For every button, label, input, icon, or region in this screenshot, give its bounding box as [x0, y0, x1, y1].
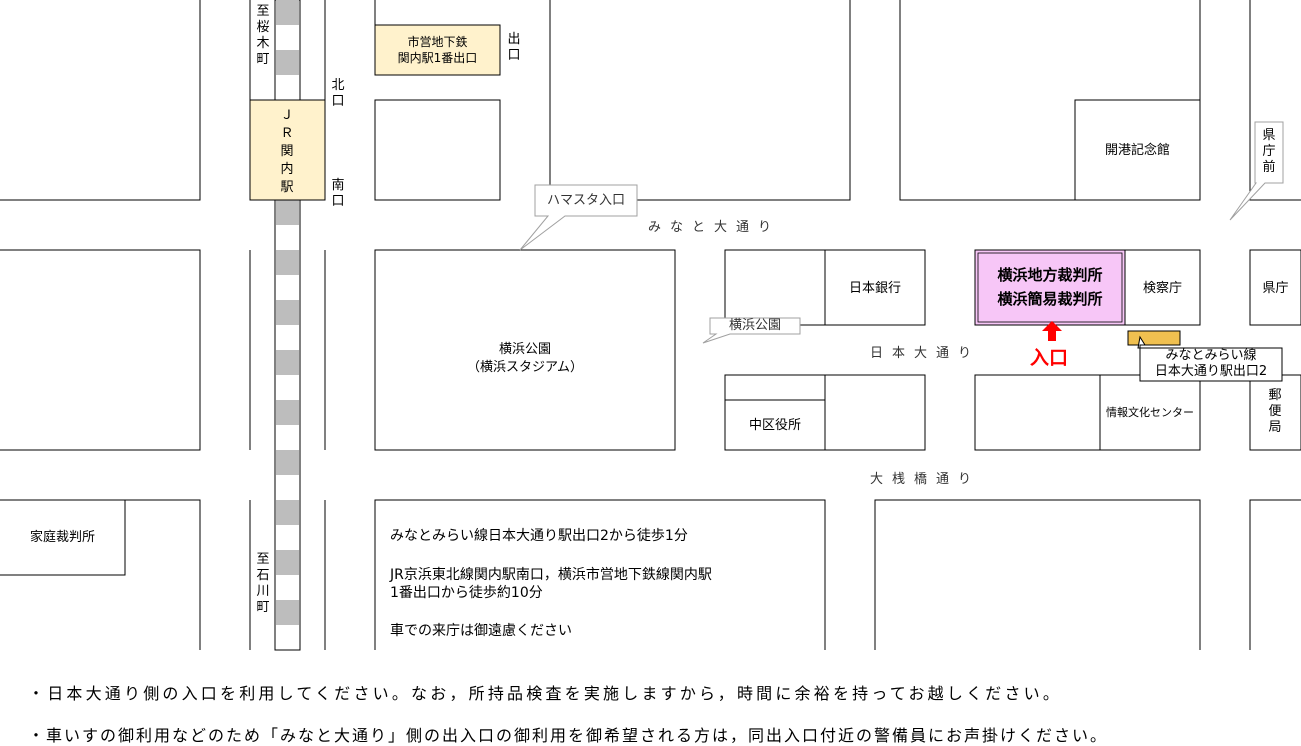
label-kaiko-hall: 開港記念館 [1104, 143, 1170, 158]
block-naka-right [824, 374, 926, 451]
label-north-exit: 北口 [331, 78, 345, 109]
label-hamasta-callout: ハマスタ入口 [546, 193, 625, 208]
label-park-1: 横浜公園 [498, 342, 551, 357]
label-boj: 日本銀行 [848, 281, 901, 296]
street-minato-odori: みなと大通り [648, 220, 781, 235]
label-subway-station-1: 市営地下鉄 [407, 35, 468, 49]
street-nihon-odori: 日本大通り [870, 346, 981, 361]
label-court-1: 横浜地方裁判所 [997, 266, 1103, 284]
block-mid-left [0, 249, 201, 451]
label-entrance: 入口 [1030, 347, 1069, 369]
block-info-left [974, 374, 1101, 451]
block-naka-top [724, 374, 826, 401]
label-court-2: 横浜簡易裁判所 [997, 290, 1103, 308]
label-ishikawacho: 至石川町 [256, 552, 270, 615]
directions-line-2: JR京浜東北線関内駅南口，横浜市営地下鉄線関内駅 [390, 567, 712, 583]
label-sakuragicho: 至桜木町 [256, 4, 270, 67]
label-jr-kannai: ＪＲ関内駅 [280, 108, 294, 195]
label-park-2: （横浜スタジアム） [466, 360, 584, 375]
label-minatomirai-1: みなとみらい線 [1165, 348, 1257, 363]
label-subway-exit: 出口 [507, 32, 521, 63]
label-family-court: 家庭裁判所 [29, 530, 95, 545]
label-kencho-mae: 県庁前 [1262, 128, 1276, 175]
label-park-callout: 横浜公園 [728, 318, 781, 333]
directions-line-4: 車での来庁は御遠慮ください [390, 623, 572, 639]
note-2: ・車いすの御利用などのため「みなと大通り」側の出入口の御利用を御希望される方は，… [28, 726, 1109, 745]
label-prosecutor: 検察庁 [1142, 281, 1182, 296]
railway [274, 0, 301, 651]
directions-line-1: みなとみらい線日本大通り駅出口2から徒歩1分 [390, 528, 688, 544]
directions-line-3: 1番出口から徒歩約10分 [390, 585, 543, 601]
label-post-office: 郵便局 [1268, 388, 1282, 435]
label-kencho: 県庁 [1262, 281, 1289, 296]
label-info-center: 情報文化センター [1106, 406, 1194, 419]
block-top-center [549, 0, 851, 201]
block-bottom-right [874, 499, 1201, 650]
label-subway-station-2: 関内駅1番出口 [397, 51, 478, 65]
minatomirai-exit-marker [1127, 330, 1181, 346]
label-minatomirai-2: 日本大通り駅出口2 [1154, 364, 1268, 379]
street-osanbashi: 大桟橋通り [870, 472, 981, 487]
note-1: ・日本大通り側の入口を利用してください。なお，所持品検査を実施しますから，時間に… [28, 684, 1063, 703]
label-south-exit: 南口 [331, 178, 345, 209]
label-naka-ward: 中区役所 [748, 418, 801, 433]
block-top-left [0, 0, 201, 201]
block-upper-small [374, 99, 501, 201]
block-boj-left [724, 249, 826, 326]
